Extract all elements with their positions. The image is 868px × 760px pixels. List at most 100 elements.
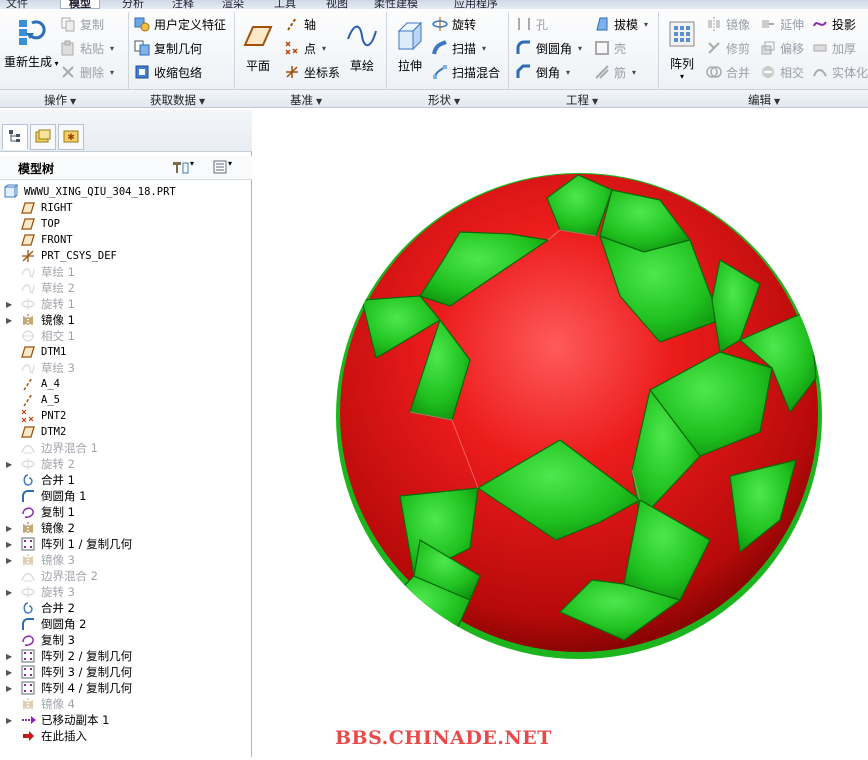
tab-render[interactable]: 渲染 [222, 0, 244, 9]
csys-button[interactable]: 坐标系 [284, 62, 340, 82]
tree-display-button[interactable]: ▾ [212, 159, 232, 178]
tab-view[interactable]: 视图 [326, 0, 348, 9]
extrude-button[interactable]: 拉伸 [392, 19, 428, 74]
tree-item[interactable]: ▶ 镜像 2 [0, 520, 252, 536]
tree-item[interactable]: 复制 3 [0, 632, 252, 648]
tree-item[interactable]: ▶ 镜像 3 [0, 552, 252, 568]
expand-arrow-icon[interactable]: ▶ [6, 316, 14, 325]
swept-blend-button[interactable]: 扫描混合 [432, 62, 500, 82]
expand-arrow-icon[interactable]: ▶ [6, 540, 14, 549]
chamfer-button[interactable]: 倒角 ▾ [516, 62, 570, 82]
rib-button[interactable]: 筋 ▾ [594, 62, 636, 82]
group-label-get-data[interactable]: 获取数据 ▼ [150, 92, 205, 108]
udf-button[interactable]: 用户定义特征 [134, 14, 226, 34]
tab-folder-browser[interactable] [30, 124, 56, 150]
tree-item[interactable]: 草绘 2 [0, 280, 252, 296]
tree-item[interactable]: DTM1 [0, 344, 252, 360]
draft-button[interactable]: 拔模 ▾ [594, 14, 648, 34]
graphics-viewport[interactable] [253, 110, 868, 757]
offset-button[interactable]: 偏移 [760, 38, 804, 58]
solidify-button[interactable]: 实体化 [812, 62, 868, 82]
tab-model-tree[interactable] [2, 124, 28, 150]
tree-settings-button[interactable]: ▾ [170, 159, 194, 178]
tree-item[interactable]: PRT_CSYS_DEF [0, 248, 252, 264]
merge-button[interactable]: 合并 [706, 62, 750, 82]
shell-button[interactable]: 壳 [594, 38, 626, 58]
expand-arrow-icon[interactable]: ▶ [6, 652, 14, 661]
tree-item[interactable]: ▶ 阵列 1 / 复制几何 [0, 536, 252, 552]
tree-item[interactable]: 草绘 1 [0, 264, 252, 280]
copy-button[interactable]: 复制 [60, 14, 104, 34]
tree-item[interactable]: TOP [0, 216, 252, 232]
tree-item[interactable]: ▶ 已移动副本 1 [0, 712, 252, 728]
round-button[interactable]: 倒圆角 ▾ [516, 38, 582, 58]
tab-flexible-modeling[interactable]: 柔性建模 [374, 0, 418, 9]
group-label-engineering[interactable]: 工程 ▼ [566, 92, 598, 108]
tab-model[interactable]: 模型 [60, 0, 100, 9]
group-label-operations[interactable]: 操作 ▼ [44, 92, 76, 108]
extend-button[interactable]: 延伸 [760, 14, 804, 34]
group-label-editing[interactable]: 编辑 ▼ [748, 92, 780, 108]
tree-root[interactable]: WWWU_XING_QIU_304_18.PRT [4, 184, 176, 200]
point-button[interactable]: 点 ▾ [284, 38, 326, 58]
tree-item[interactable]: ▶ 旋转 1 [0, 296, 252, 312]
expand-arrow-icon[interactable]: ▶ [6, 668, 14, 677]
revolve-button[interactable]: 旋转 [432, 14, 476, 34]
expand-arrow-icon[interactable]: ▶ [6, 716, 14, 725]
expand-arrow-icon[interactable]: ▶ [6, 684, 14, 693]
tree-item[interactable]: 合并 2 [0, 600, 252, 616]
delete-button[interactable]: 删除 ▾ [60, 62, 114, 82]
tree-item[interactable]: A_5 [0, 392, 252, 408]
soccer-ball-model[interactable] [253, 110, 868, 757]
tree-item[interactable]: 边界混合 1 [0, 440, 252, 456]
expand-arrow-icon[interactable]: ▶ [6, 524, 14, 533]
tab-tools[interactable]: 工具 [274, 0, 296, 9]
tree-item[interactable]: ▶ 阵列 3 / 复制几何 [0, 664, 252, 680]
regenerate-button[interactable]: 重新生成 ▾ [4, 15, 59, 70]
pattern-button[interactable]: 阵列 ▾ [664, 17, 700, 81]
expand-arrow-icon[interactable]: ▶ [6, 460, 14, 469]
sketch-button[interactable]: 草绘 [344, 19, 380, 74]
tree-item[interactable]: 在此插入 [0, 728, 252, 744]
thicken-button[interactable]: 加厚 [812, 38, 856, 58]
datum-plane-button[interactable]: 平面 [240, 19, 276, 74]
tree-item[interactable]: 倒圆角 2 [0, 616, 252, 632]
tab-applications[interactable]: 应用程序 [454, 0, 498, 9]
tree-item[interactable]: ▶ 阵列 2 / 复制几何 [0, 648, 252, 664]
tree-item[interactable]: ▶ 旋转 2 [0, 456, 252, 472]
intersect-button[interactable]: 相交 [760, 62, 804, 82]
trim-button[interactable]: 修剪 [706, 38, 750, 58]
tab-favorites[interactable]: ✱ [58, 124, 84, 150]
tree-item[interactable]: ▶ 阵列 4 / 复制几何 [0, 680, 252, 696]
axis-button[interactable]: 轴 [284, 14, 316, 34]
copy-geometry-button[interactable]: 复制几何 [134, 38, 202, 58]
paste-button[interactable]: 粘贴 ▾ [60, 38, 114, 58]
tree-item[interactable]: 复制 1 [0, 504, 252, 520]
tree-item[interactable]: ▶ 旋转 3 [0, 584, 252, 600]
tab-file[interactable]: 文件 [6, 0, 28, 9]
shrinkwrap-button[interactable]: 收缩包络 [134, 62, 202, 82]
group-label-shapes[interactable]: 形状 ▼ [428, 92, 460, 108]
tree-item[interactable]: PNT2 [0, 408, 252, 424]
group-label-datum[interactable]: 基准 ▼ [290, 92, 322, 108]
tree-item[interactable]: ▶ 镜像 1 [0, 312, 252, 328]
tree-item[interactable]: RIGHT [0, 200, 252, 216]
sweep-button[interactable]: 扫描 ▾ [432, 38, 486, 58]
project-button[interactable]: 投影 [812, 14, 856, 34]
tree-item[interactable]: A_4 [0, 376, 252, 392]
tree-item[interactable]: 倒圆角 1 [0, 488, 252, 504]
tab-analysis[interactable]: 分析 [122, 0, 144, 9]
tree-item[interactable]: 草绘 3 [0, 360, 252, 376]
tree-item[interactable]: 相交 1 [0, 328, 252, 344]
tree-item[interactable]: 合并 1 [0, 472, 252, 488]
expand-arrow-icon[interactable]: ▶ [6, 588, 14, 597]
hole-button[interactable]: 孔 [516, 14, 548, 34]
tree-item[interactable]: 镜像 4 [0, 696, 252, 712]
expand-arrow-icon[interactable]: ▶ [6, 300, 14, 309]
expand-arrow-icon[interactable]: ▶ [6, 556, 14, 565]
tree-item[interactable]: DTM2 [0, 424, 252, 440]
mirror-button[interactable]: 镜像 [706, 14, 750, 34]
tab-annotate[interactable]: 注释 [172, 0, 194, 9]
tree-item[interactable]: FRONT [0, 232, 252, 248]
tree-item[interactable]: 边界混合 2 [0, 568, 252, 584]
